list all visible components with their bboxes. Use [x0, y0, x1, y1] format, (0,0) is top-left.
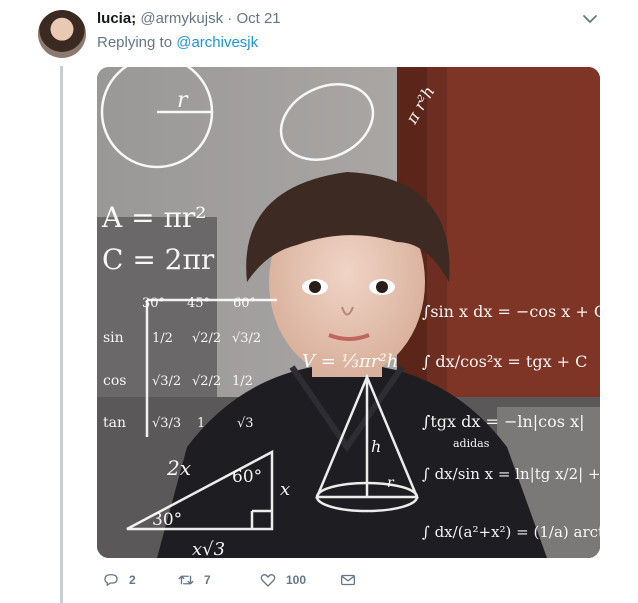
tweet-image[interactable]: r A = πr² C = 2πr 30° 45° 60° sin 1/2 √2…: [97, 67, 600, 558]
envelope-icon: [340, 574, 356, 586]
reply-count: 2: [129, 573, 136, 587]
direct-message-button[interactable]: [339, 570, 366, 590]
trig-sin-30: 1/2: [152, 331, 173, 346]
tweet-actions: 2 7 100: [97, 570, 397, 590]
cone-volume: V = ⅓πr²h: [302, 351, 398, 372]
avatar[interactable]: [38, 10, 86, 58]
trig-tan-30: √3/3: [152, 416, 181, 431]
trig-cos: cos: [103, 373, 126, 389]
circumference-formula: C = 2πr: [102, 243, 215, 276]
trig-tan-45: 1: [197, 416, 205, 431]
trig-tan: tan: [103, 415, 126, 431]
display-name[interactable]: lucia;: [97, 10, 136, 27]
triangle-angle-bottom: 30°: [152, 510, 182, 530]
trig-cos-30: √3/2: [152, 374, 181, 389]
triangle-side: x: [280, 479, 290, 500]
trig-cos-60: 1/2: [232, 374, 253, 389]
triangle-base: x√3: [192, 539, 225, 558]
reply-icon: [104, 574, 118, 586]
retweet-button[interactable]: 7: [177, 570, 211, 590]
trig-cos-45: √2/2: [192, 374, 221, 389]
thread-line: [60, 66, 63, 603]
retweet-icon: [178, 575, 194, 585]
like-button[interactable]: 100: [259, 570, 306, 590]
trig-tan-60: √3: [237, 416, 254, 431]
separator: ·: [227, 10, 233, 27]
trig-sin-60: √3/2: [232, 331, 261, 346]
angle-45: 45°: [187, 296, 210, 311]
integral-arctg: ∫ dx/(a²+x²) = (1/a) arctg: [422, 523, 600, 541]
tweet-date[interactable]: Oct 21: [236, 10, 280, 27]
integral-cos2: ∫ dx/cos²x = tgx + C: [422, 352, 587, 371]
like-count: 100: [286, 573, 307, 587]
retweet-count: 7: [204, 573, 211, 587]
tweet-header: lucia; @armykujsk · Oct 21: [97, 9, 281, 29]
triangle-angle-top: 60°: [232, 467, 262, 487]
area-formula: A = πr²: [101, 201, 207, 234]
chevron-down-icon[interactable]: [582, 12, 598, 26]
triangle-hypotenuse: 2x: [166, 456, 191, 480]
reply-button[interactable]: 2: [102, 570, 136, 590]
shirt-logo: adidas: [453, 437, 490, 450]
cone-height-label: h: [371, 437, 381, 456]
meme-illustration: r A = πr² C = 2πr 30° 45° 60° sin 1/2 √2…: [97, 67, 600, 558]
replying-handle-link[interactable]: @archivesjk: [176, 34, 258, 51]
replying-to: Replying to @archivesjk: [97, 33, 258, 53]
circle-radius-label: r: [177, 88, 189, 113]
integral-tg: ∫tgx dx = −ln|cos x|: [422, 412, 584, 431]
trig-sin-45: √2/2: [192, 331, 221, 346]
angle-60: 60°: [233, 296, 256, 311]
replying-prefix: Replying to: [97, 34, 173, 51]
trig-sin: sin: [103, 330, 124, 346]
angle-30: 30°: [142, 296, 165, 311]
integral-sin: ∫sin x dx = −cos x + C: [422, 302, 600, 321]
heart-icon: [260, 573, 276, 587]
handle[interactable]: @armykujsk: [140, 10, 223, 27]
integral-sinx: ∫ dx/sin x = ln|tg x/2| + C: [422, 465, 600, 483]
